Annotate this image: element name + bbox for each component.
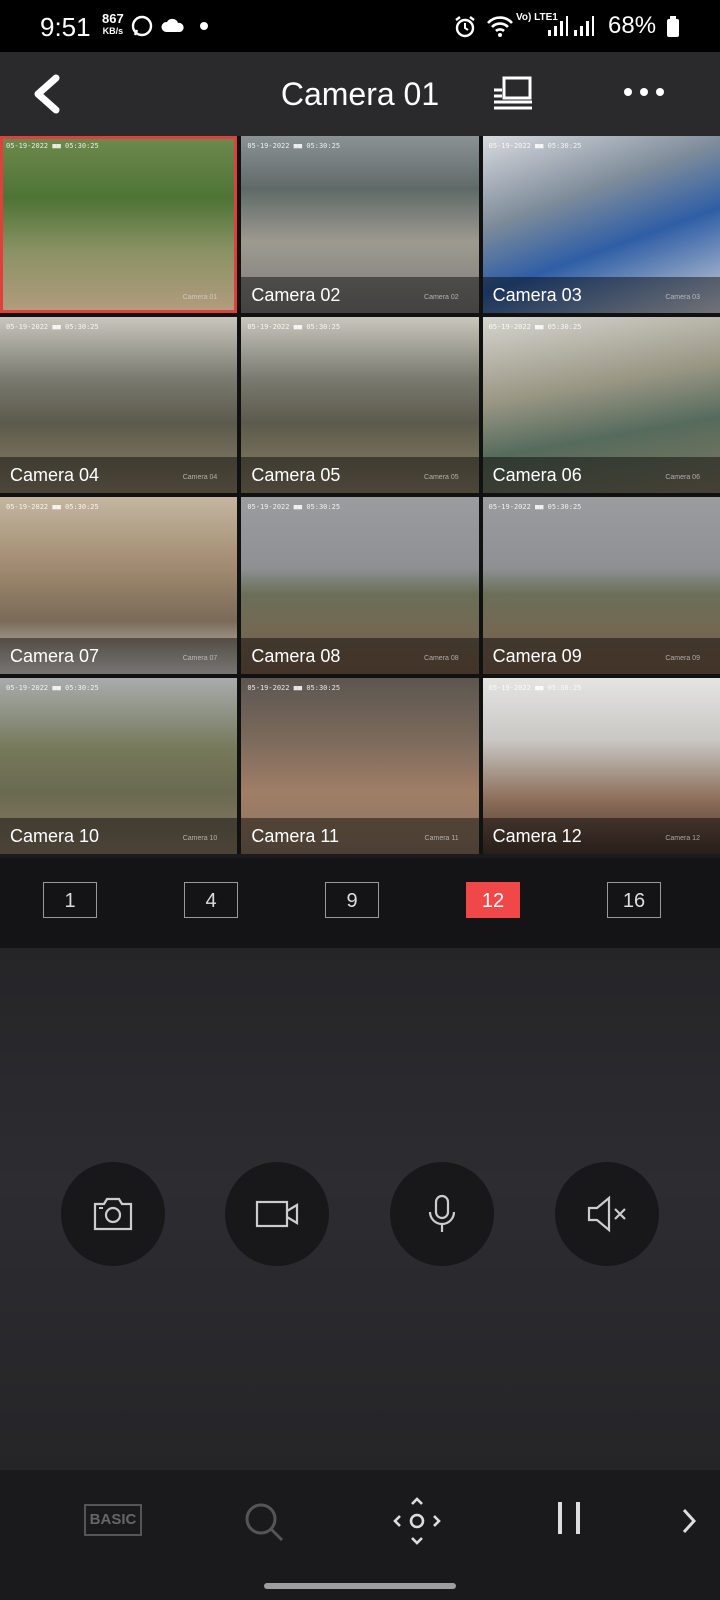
- camera-timestamp: 05-19-2022 ■■ 05:30:25: [247, 683, 341, 692]
- camera-timestamp: 05-19-2022 ■■ 05:30:25: [6, 322, 99, 331]
- camera-tile[interactable]: 05-19-2022 ■■ 05:30:25 Camera 08 Camera 08: [241, 497, 479, 674]
- camera-tile[interactable]: 05-19-2022 ■■ 05:30:25 Camera 09 Camera 09: [482, 497, 720, 674]
- camera-timestamp: 05-19-2022 ■■ 05:30:25: [247, 142, 341, 150]
- camera-tile[interactable]: 05-19-2022 ■■ 05:30:25 Camera 02 Camera 02: [241, 136, 479, 313]
- home-indicator[interactable]: [264, 1583, 456, 1589]
- camera-watermark: Camera 08: [424, 654, 459, 662]
- app-header: Camera 01: [0, 52, 720, 136]
- talk-button[interactable]: [390, 1162, 494, 1266]
- wifi-icon: [487, 16, 513, 37]
- camera-grid: 05-19-2022 ■■ 05:30:25 Camera 01 05-19-202…: [0, 136, 720, 854]
- camera-tile[interactable]: 05-19-2022 ■■ 05:30:25 Camera 11 Camera 11: [241, 677, 479, 854]
- camera-icon: [93, 1197, 133, 1231]
- split-option-4[interactable]: 4: [184, 882, 238, 918]
- cloud-icon: [161, 18, 184, 32]
- control-panel: [0, 948, 720, 1470]
- battery-percent: 68%: [608, 12, 657, 39]
- camera-timestamp: 05-19-2022 ■■ 05:30:25: [488, 683, 582, 692]
- speaker-muted-icon: [587, 1195, 626, 1233]
- pause-icon[interactable]: [554, 1498, 584, 1538]
- split-option-16[interactable]: 16: [607, 882, 661, 918]
- camera-watermark: Camera 07: [182, 654, 218, 662]
- notification-dot-icon: [200, 22, 208, 30]
- camera-watermark: Camera 02: [424, 293, 459, 301]
- camera-tile[interactable]: 05-19-2022 ■■ 05:30:25 Camera 01: [0, 136, 238, 313]
- camera-timestamp: 05-19-2022 ■■ 05:30:25: [6, 683, 99, 692]
- camera-watermark: Camera 10: [182, 835, 218, 842]
- camera-timestamp: 05-19-2022 ■■ 05:30:25: [6, 142, 99, 150]
- network-speed: 867 KB/s: [102, 11, 124, 36]
- more-options-icon[interactable]: [622, 82, 666, 102]
- signal-icon: [548, 16, 568, 36]
- video-icon: [255, 1200, 299, 1228]
- camera-timestamp: 05-19-2022 ■■ 05:30:25: [6, 503, 99, 511]
- camera-tile[interactable]: 05-19-2022 ■■ 05:30:25 Camera 03 Camera 03: [482, 136, 720, 313]
- snapshot-button[interactable]: [61, 1162, 165, 1266]
- camera-tile[interactable]: 05-19-2022 ■■ 05:30:25 Camera 06 Camera 06: [482, 316, 720, 493]
- signal-icon-2: [574, 16, 594, 36]
- camera-watermark: Camera 09: [665, 654, 700, 662]
- camera-tile[interactable]: 05-19-2022 ■■ 05:30:25 Camera 07 Camera 07: [0, 497, 238, 674]
- split-option-9[interactable]: 9: [325, 882, 379, 918]
- camera-watermark: Camera 04: [182, 474, 218, 481]
- bottom-toolbar: BASIC: [0, 1470, 720, 1600]
- camera-tile[interactable]: 05-19-2022 ■■ 05:30:25 Camera 12 Camera 12: [482, 677, 720, 854]
- camera-timestamp: 05-19-2022 ■■ 05:30:25: [488, 142, 582, 150]
- audio-button[interactable]: [555, 1162, 659, 1266]
- battery-icon: [667, 16, 679, 37]
- stream-quality-button[interactable]: BASIC: [84, 1504, 142, 1536]
- microphone-icon: [428, 1194, 456, 1232]
- camera-watermark: Camera 12: [665, 835, 700, 842]
- camera-watermark: Camera 06: [665, 474, 700, 481]
- camera-timestamp: 05-19-2022 ■■ 05:30:25: [488, 322, 582, 331]
- split-option-1[interactable]: 1: [43, 882, 97, 918]
- zoom-icon[interactable]: [242, 1500, 286, 1544]
- camera-timestamp: 05-19-2022 ■■ 05:30:25: [247, 503, 341, 511]
- page-title: Camera 01: [280, 76, 440, 112]
- camera-timestamp: 05-19-2022 ■■ 05:30:25: [488, 503, 582, 511]
- camera-tile[interactable]: 05-19-2022 ■■ 05:30:25 Camera 10 Camera 10: [0, 677, 238, 854]
- chevron-right-icon[interactable]: [678, 1506, 698, 1536]
- ptz-control-icon[interactable]: [392, 1496, 442, 1546]
- status-bar: 9:51 867 KB/s Vo) LTE1 68%: [0, 0, 720, 52]
- split-option-12[interactable]: 12: [466, 882, 520, 918]
- camera-tile[interactable]: 05-19-2022 ■■ 05:30:25 Camera 04 Camera 04: [0, 316, 238, 493]
- status-time: 9:51: [40, 12, 91, 42]
- camera-watermark: Camera 03: [665, 293, 700, 301]
- camera-watermark: Camera 01: [182, 293, 218, 301]
- camera-watermark: Camera 05: [424, 474, 459, 481]
- camera-timestamp: 05-19-2022 ■■ 05:30:25: [247, 322, 341, 331]
- whatsapp-icon: [131, 15, 153, 37]
- record-button[interactable]: [225, 1162, 329, 1266]
- split-selector: 1 4 9 12 16: [0, 858, 720, 948]
- camera-watermark: Camera 11: [424, 835, 459, 842]
- alarm-icon: [455, 16, 475, 38]
- camera-tile[interactable]: 05-19-2022 ■■ 05:30:25 Camera 05 Camera 05: [241, 316, 479, 493]
- playback-screen-icon[interactable]: [492, 74, 536, 114]
